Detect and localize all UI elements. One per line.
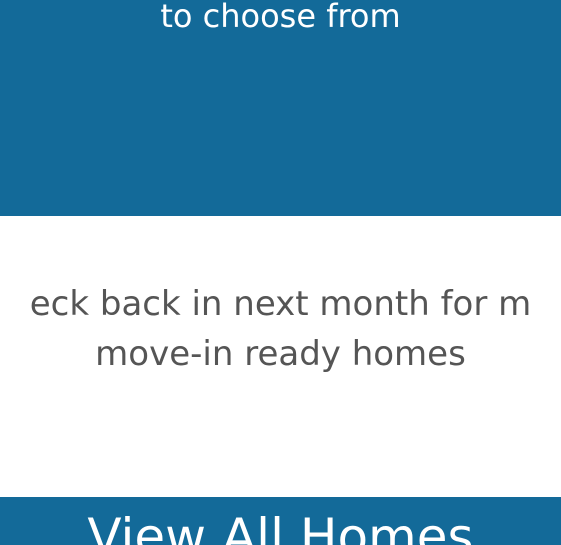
view-all-homes-button[interactable]: View All Homes: [0, 497, 561, 545]
availability-message: eck back in next month for m move-in rea…: [0, 279, 561, 379]
view-all-homes-label: View All Homes: [87, 508, 474, 545]
top-banner: to choose from: [0, 0, 561, 216]
banner-text: to choose from: [160, 0, 401, 35]
message-line-1: eck back in next month for m: [29, 284, 532, 324]
message-line-2: move-in ready homes: [95, 334, 466, 374]
